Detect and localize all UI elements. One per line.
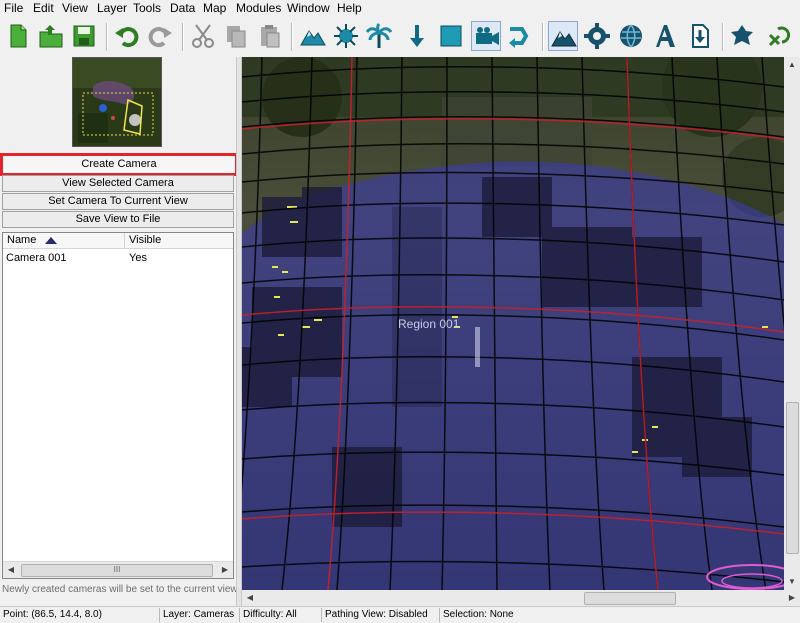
scroll-left-icon[interactable]: ◀ — [242, 590, 258, 606]
camera-visible: Yes — [129, 252, 147, 264]
list-item[interactable]: Camera 001 Yes — [3, 251, 233, 265]
camera-name: Camera 001 — [6, 252, 67, 264]
toolbar-separator — [722, 23, 724, 51]
viewport-hscroll-thumb[interactable] — [584, 592, 676, 605]
toolbar-separator — [291, 23, 293, 51]
scroll-up-icon[interactable]: ▲ — [784, 57, 800, 73]
toolbar-separator — [542, 23, 544, 51]
camera-icon[interactable] — [471, 21, 501, 51]
menu-file[interactable]: File — [4, 2, 23, 15]
camera-list-header: Name Visible — [3, 233, 233, 249]
toolbar-separator — [182, 23, 184, 51]
menu-window[interactable]: Window — [287, 2, 330, 15]
arrow-down-icon[interactable] — [402, 21, 432, 51]
copy-icon[interactable] — [221, 21, 251, 51]
toolbar-separator — [106, 23, 108, 51]
save-view-to-file-button[interactable]: Save View to File — [2, 211, 234, 228]
menu-data[interactable]: Data — [170, 2, 195, 15]
camera-list: Name Visible Camera 001 Yes ◀ III ▶ — [2, 232, 234, 579]
menu-bar: File Edit View Layer Tools Data Map Modu… — [0, 0, 800, 17]
scroll-down-icon[interactable]: ▼ — [784, 574, 800, 590]
menu-view[interactable]: View — [62, 2, 88, 15]
open-folder-icon[interactable] — [36, 21, 66, 51]
status-pathing: Pathing View: Disabled — [322, 608, 440, 622]
data-globe-icon[interactable] — [616, 21, 646, 51]
region-square-icon[interactable] — [436, 21, 466, 51]
undo-icon[interactable] — [112, 21, 142, 51]
column-name[interactable]: Name — [3, 233, 125, 248]
redo-icon[interactable] — [145, 21, 175, 51]
viewport-hscrollbar[interactable]: ◀ — [242, 590, 784, 606]
minimap[interactable] — [72, 57, 162, 147]
menu-map[interactable]: Map — [203, 2, 226, 15]
path-arrow-icon[interactable] — [505, 21, 535, 51]
menu-modules[interactable]: Modules — [236, 2, 281, 15]
menu-help[interactable]: Help — [337, 2, 362, 15]
test-run-icon[interactable] — [764, 21, 794, 51]
column-visible-label: Visible — [129, 234, 162, 246]
toolbar — [0, 17, 800, 58]
create-camera-button[interactable]: Create Camera — [0, 153, 238, 176]
status-layer: Layer: Cameras — [160, 608, 240, 622]
trigger-gear-icon[interactable] — [582, 21, 612, 51]
status-point: Point: (86.5, 14.4, 8.0) — [0, 608, 160, 622]
menu-tools[interactable]: Tools — [133, 2, 161, 15]
new-document-icon[interactable] — [3, 21, 33, 51]
column-visible[interactable]: Visible — [125, 233, 233, 248]
scissors-icon[interactable] — [188, 21, 218, 51]
menu-edit[interactable]: Edit — [33, 2, 54, 15]
scroll-right-icon[interactable]: ▶ — [784, 590, 800, 606]
camera-panel: Create Camera View Selected Camera Set C… — [0, 57, 241, 606]
camera-list-hscrollbar[interactable]: ◀ III ▶ — [3, 561, 233, 578]
camera-hint-text: Newly created cameras will be set to the… — [2, 584, 240, 595]
column-name-label: Name — [7, 234, 37, 246]
scroll-right-icon[interactable]: ▶ — [217, 562, 233, 578]
doodad-icon[interactable] — [331, 21, 361, 51]
terrain-icon[interactable] — [298, 21, 328, 51]
terrain-editor-icon[interactable] — [548, 21, 578, 51]
menu-layer[interactable]: Layer — [97, 2, 127, 15]
set-camera-to-view-button[interactable]: Set Camera To Current View — [2, 193, 234, 210]
palm-tree-icon[interactable] — [364, 21, 394, 51]
status-selection: Selection: None — [443, 609, 514, 620]
region-label: Region 001 — [398, 317, 460, 331]
viewport-vscrollbar[interactable]: ▲ ▼ ▶ — [784, 57, 800, 606]
scroll-left-icon[interactable]: ◀ — [3, 562, 19, 578]
viewport-vscroll-thumb[interactable] — [786, 402, 799, 554]
text-a-icon[interactable] — [650, 21, 680, 51]
ai-icon[interactable] — [727, 21, 757, 51]
status-bar: Point: (86.5, 14.4, 8.0) Layer: Cameras … — [0, 606, 800, 623]
scroll-thumb[interactable]: III — [21, 564, 213, 577]
sort-ascending-icon — [45, 237, 57, 244]
view-selected-camera-button[interactable]: View Selected Camera — [2, 175, 234, 192]
import-icon[interactable] — [685, 21, 715, 51]
map-viewport[interactable]: Region 001 — [242, 57, 784, 590]
save-disk-icon[interactable] — [69, 21, 99, 51]
paste-icon[interactable] — [254, 21, 284, 51]
status-difficulty: Difficulty: All — [240, 608, 322, 622]
